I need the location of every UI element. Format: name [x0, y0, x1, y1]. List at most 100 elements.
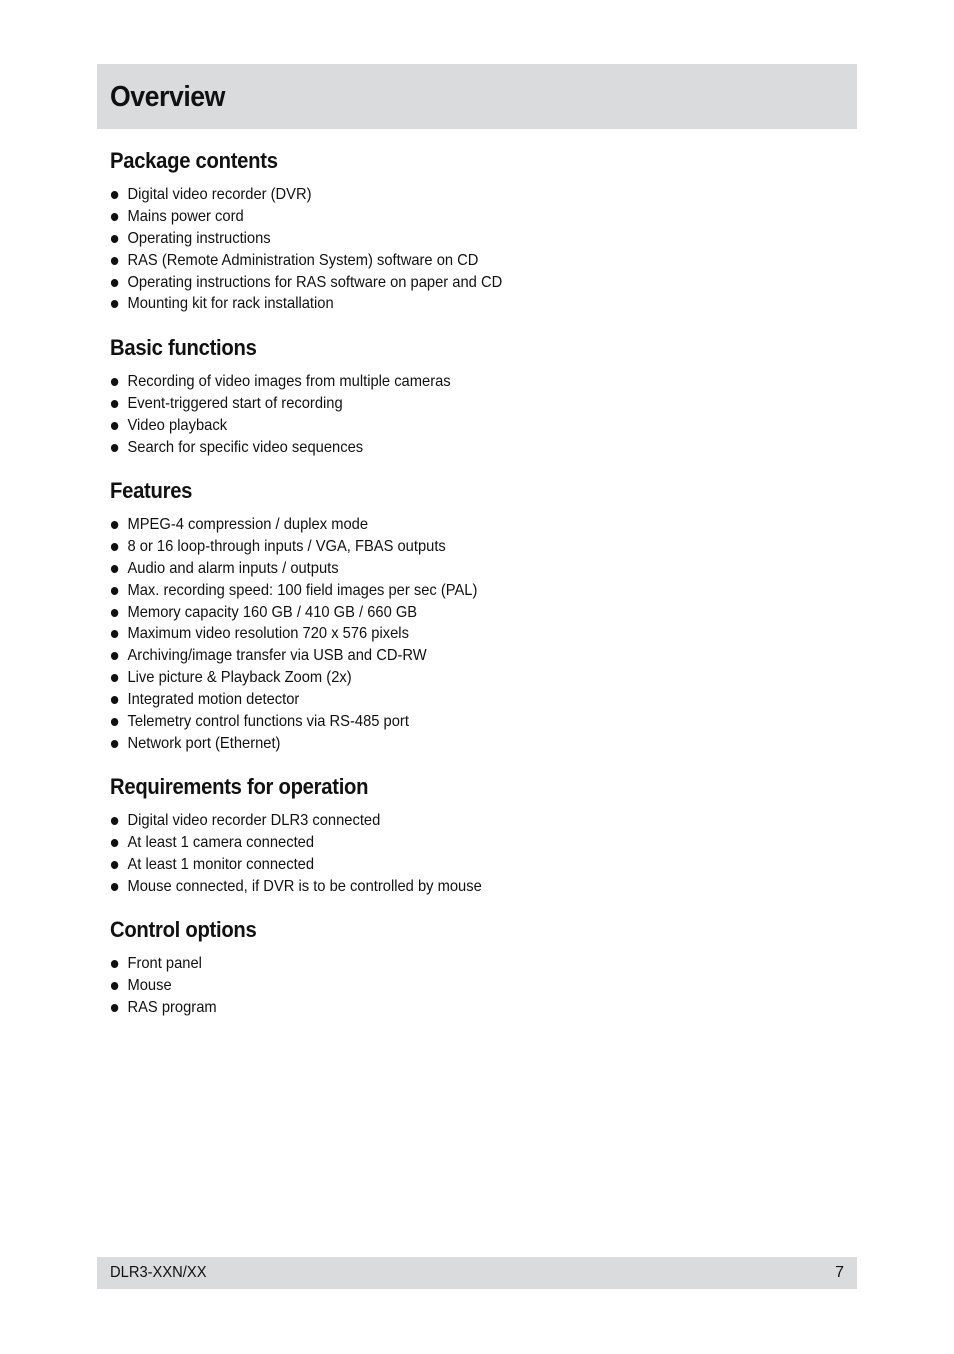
list-item-text: Recording of video images from multiple …: [127, 373, 451, 390]
list-item: Mounting kit for rack installation: [110, 293, 502, 315]
list-item-text: Maximum video resolution 720 x 576 pixel…: [127, 625, 409, 643]
list-item-text: Archiving/image transfer via USB and CD-…: [127, 647, 427, 665]
list-item-text: Mouse: [127, 976, 172, 994]
bullet-icon: [110, 234, 119, 243]
bullet-list: Digital video recorder (DVR) Mains power …: [110, 184, 536, 315]
bullet-icon: [110, 521, 119, 529]
list-item-text: Mouse connected, if DVR is to be control…: [127, 877, 482, 895]
list-item: Network port (Ethernet): [110, 733, 477, 755]
section-heading: Features: [110, 478, 193, 503]
list-item: Mouse connected, if DVR is to be control…: [110, 876, 482, 898]
bullet-icon: [110, 212, 119, 221]
bullet-icon: [110, 739, 119, 748]
list-item-text: Video playback: [127, 416, 228, 434]
section-control-options: Control options Front panel Mouse RAS prog…: [110, 915, 269, 1019]
section-heading: Control options: [110, 917, 257, 942]
list-item-text: At least 1 monitor connected: [127, 855, 315, 873]
bullet-icon: [110, 586, 119, 595]
bullet-icon: [110, 191, 119, 199]
bullet-icon: [110, 300, 119, 309]
list-item: Video playback: [110, 415, 451, 437]
list-item-text: Digital video recorder (DVR): [127, 186, 312, 203]
bullet-icon: [110, 542, 119, 551]
bullet-list: MPEG-4 compression / duplex mode 8 or 16 …: [110, 514, 509, 755]
bullet-icon: [110, 278, 119, 287]
list-item: Maximum video resolution 720 x 576 pixel…: [110, 623, 477, 645]
list-item: Integrated motion detector: [110, 689, 477, 711]
bullet-icon: [110, 860, 119, 869]
list-item: Digital video recorder (DVR): [110, 184, 502, 206]
list-item-text: Operating instructions for RAS software …: [127, 273, 503, 291]
list-item-text: MPEG-4 compression / duplex mode: [127, 516, 369, 533]
list-item-text: Front panel: [127, 955, 202, 972]
bullet-icon: [110, 882, 119, 891]
bullet-icon: [110, 652, 119, 661]
list-item-text: Operating instructions: [127, 229, 271, 247]
bullet-icon: [110, 718, 119, 727]
list-item: Max. recording speed: 100 field images p…: [110, 580, 477, 602]
list-item-text: RAS program: [127, 998, 217, 1016]
bullet-icon: [110, 399, 119, 408]
list-item: Audio and alarm inputs / outputs: [110, 558, 477, 580]
list-item-text: Mounting kit for rack installation: [127, 295, 334, 313]
list-item: RAS program: [110, 997, 257, 1019]
page-number: 7: [835, 1264, 844, 1281]
list-item-text: Event-triggered start of recording: [127, 394, 343, 412]
list-item: RAS (Remote Administration System) softw…: [110, 250, 502, 272]
bullet-icon: [110, 421, 119, 430]
model-number: DLR3-XXN/XX: [110, 1264, 207, 1281]
bullet-list: Recording of video images from multiple …: [110, 371, 480, 459]
list-item-text: Audio and alarm inputs / outputs: [127, 559, 339, 577]
title-bar: Overview: [97, 64, 857, 129]
list-item: Search for specific video sequences: [110, 437, 451, 459]
list-item: Front panel: [110, 953, 257, 975]
bullet-icon: [110, 564, 119, 573]
list-item-text: At least 1 camera connected: [127, 833, 315, 851]
section-basic-functions: Basic functions Recording of video image…: [110, 333, 480, 459]
section-heading: Package contents: [110, 148, 278, 173]
bullet-list: Front panel Mouse RAS program: [110, 953, 269, 1019]
section-heading: Requirements for operation: [110, 774, 369, 799]
list-item: Event-triggered start of recording: [110, 393, 451, 415]
bullet-icon: [110, 630, 119, 639]
list-item-text: Search for specific video sequences: [127, 438, 364, 456]
list-item: Mains power cord: [110, 206, 502, 228]
list-item-text: Memory capacity 160 GB / 410 GB / 660 GB: [127, 603, 418, 621]
list-item-text: Network port (Ethernet): [127, 734, 281, 752]
list-item: Telemetry control functions via RS-485 p…: [110, 711, 477, 733]
list-item-text: Mains power cord: [127, 207, 244, 225]
list-item-text: Telemetry control functions via RS-485 p…: [127, 713, 409, 731]
bullet-icon: [110, 981, 119, 990]
bullet-icon: [110, 696, 119, 705]
list-item: Recording of video images from multiple …: [110, 371, 451, 393]
bullet-list: Digital video recorder DLR3 connected At …: [110, 810, 514, 898]
section-heading: Basic functions: [110, 335, 257, 360]
bullet-icon: [110, 817, 119, 825]
list-item: Archiving/image transfer via USB and CD-…: [110, 645, 477, 667]
bullet-icon: [110, 256, 119, 265]
list-item-text: Digital video recorder DLR3 connected: [127, 812, 381, 829]
list-item: Memory capacity 160 GB / 410 GB / 660 GB: [110, 602, 477, 624]
bullet-icon: [110, 443, 119, 452]
list-item-text: Live picture & Playback Zoom (2x): [127, 669, 352, 687]
list-item-text: Max. recording speed: 100 field images p…: [127, 581, 478, 599]
footer-bar: DLR3-XXN/XX 7: [97, 1257, 857, 1289]
list-item: Mouse: [110, 975, 257, 997]
list-item: Operating instructions for RAS software …: [110, 272, 502, 294]
section-features: Features MPEG-4 compression / duplex mod…: [110, 476, 509, 755]
list-item: At least 1 monitor connected: [110, 854, 482, 876]
page-title: Overview: [110, 81, 225, 113]
list-item: Digital video recorder DLR3 connected: [110, 810, 482, 832]
list-item-text: Integrated motion detector: [127, 691, 300, 709]
section-package-contents: Package contents Digital video recorder …: [110, 146, 536, 315]
section-requirements: Requirements for operation Digital video…: [110, 772, 514, 898]
bullet-icon: [110, 960, 119, 968]
list-item: MPEG-4 compression / duplex mode: [110, 514, 477, 536]
bullet-icon: [110, 674, 119, 683]
bullet-icon: [110, 378, 119, 386]
bullet-icon: [110, 1003, 119, 1012]
list-item: Live picture & Playback Zoom (2x): [110, 667, 477, 689]
bullet-icon: [110, 608, 119, 617]
list-item: Operating instructions: [110, 228, 502, 250]
list-item-text: 8 or 16 loop-through inputs / VGA, FBAS …: [127, 537, 446, 555]
